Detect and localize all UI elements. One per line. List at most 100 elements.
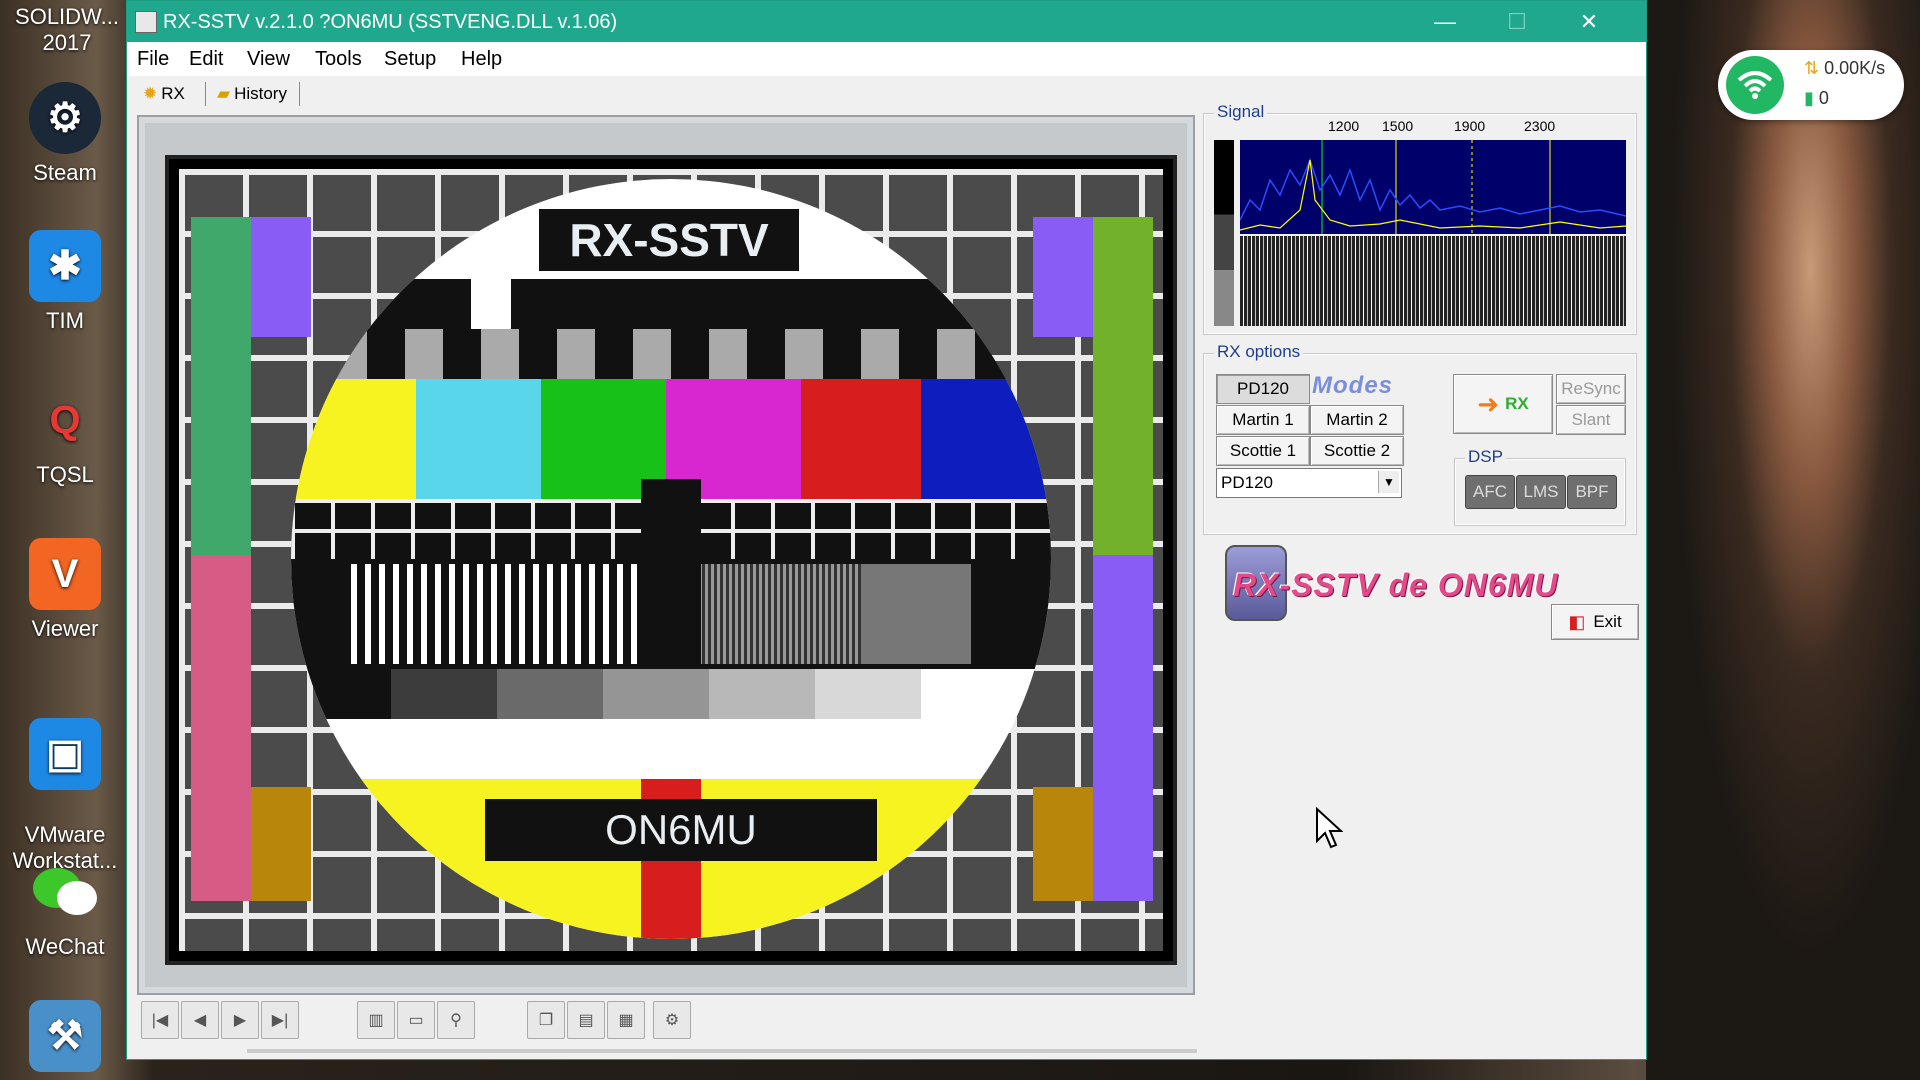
- chevron-down-icon[interactable]: ▼: [1378, 471, 1399, 493]
- first-image-button[interactable]: |◀: [141, 1001, 179, 1039]
- wechat-icon: [29, 856, 101, 928]
- tab-bar: ✹ RX ▰ History: [127, 76, 1646, 112]
- upload-speed: ⇅ 0.00K/s: [1804, 58, 1886, 78]
- mode-scottie2-button[interactable]: Scottie 2: [1310, 436, 1404, 466]
- menu-tools[interactable]: Tools: [315, 48, 362, 71]
- desktop-icon-solidworks-label[interactable]: SOLIDW... 2017: [8, 4, 126, 56]
- image-toolbar: ❐ ▤ ▦ ⚙: [527, 1001, 693, 1041]
- zoom-icon[interactable]: ⚲: [437, 1001, 475, 1039]
- bar-yellow: [291, 379, 416, 499]
- rx-options-title: RX options: [1214, 342, 1304, 362]
- modes-label: Modes: [1312, 372, 1394, 399]
- desktop-icon-wechat[interactable]: WeChat: [6, 856, 124, 960]
- tim-icon: ✱: [29, 230, 101, 302]
- rx-start-button[interactable]: ➜ RX: [1453, 374, 1553, 434]
- menu-view[interactable]: View: [247, 48, 290, 71]
- tab-history[interactable]: ▰ History: [217, 80, 287, 108]
- settings-icon[interactable]: ⚙: [653, 1001, 691, 1039]
- tab-rx[interactable]: ✹ RX: [143, 80, 185, 108]
- menu-help[interactable]: Help: [461, 48, 502, 71]
- mode-pd120-button[interactable]: PD120: [1216, 374, 1310, 404]
- sstv-image-frame: RX-SSTV ON6MU: [137, 115, 1195, 995]
- gear-icon: ✹: [143, 84, 158, 103]
- rx-button-label: RX: [1505, 394, 1529, 413]
- tqsl-icon: Q: [49, 397, 81, 442]
- dsp-group: DSP AFC LMS BPF: [1454, 447, 1626, 526]
- freq-label-1500: 1500: [1382, 118, 1414, 134]
- mode-select[interactable]: PD120 ▼: [1216, 468, 1402, 498]
- mode-scottie1-button[interactable]: Scottie 1: [1216, 436, 1310, 466]
- save-icon[interactable]: ▤: [567, 1001, 605, 1039]
- desktop-icon-label: WeChat: [25, 934, 105, 959]
- dsp-title: DSP: [1465, 447, 1506, 467]
- signal-level-meter: [1214, 140, 1234, 326]
- exit-icon: ◧: [1568, 611, 1586, 632]
- freq-label-1200: 1200: [1328, 118, 1360, 134]
- exit-button-label: Exit: [1593, 612, 1622, 631]
- resolution-gray: [861, 564, 971, 664]
- waterfall-display: [1240, 236, 1626, 326]
- bpf-button[interactable]: BPF: [1567, 475, 1617, 509]
- open-folder-icon[interactable]: ▭: [397, 1001, 435, 1039]
- rx-sstv-window: RX-SSTV v.2.1.0 ?ON6MU (SSTVENG.DLL v.1.…: [126, 0, 1647, 1060]
- resolution-lines: [351, 564, 651, 664]
- bar-blue: [921, 379, 1051, 499]
- exit-button[interactable]: ◧ Exit: [1551, 604, 1639, 640]
- image-top-label: RX-SSTV: [539, 209, 799, 271]
- title-bar[interactable]: RX-SSTV v.2.1.0 ?ON6MU (SSTVENG.DLL v.1.…: [127, 1, 1646, 42]
- mode-martin1-button[interactable]: Martin 1: [1216, 405, 1310, 435]
- gray-step-4: [709, 669, 815, 719]
- sstv-received-image: RX-SSTV ON6MU: [165, 155, 1177, 965]
- slant-button[interactable]: Slant: [1556, 405, 1626, 435]
- export-icon[interactable]: ▦: [607, 1001, 645, 1039]
- desktop-icon-viewer[interactable]: V Viewer: [6, 538, 124, 642]
- bar-cyan: [416, 379, 541, 499]
- mode-select-value: PD120: [1221, 473, 1273, 492]
- rx-arrow-icon: ➜: [1477, 388, 1500, 419]
- network-speed-widget[interactable]: ⇅ 0.00K/s ▮ 0: [1718, 50, 1904, 120]
- file-toolbar: ▥ ▭ ⚲: [357, 1001, 477, 1041]
- menu-setup[interactable]: Setup: [384, 48, 436, 71]
- gray-step-6: [921, 669, 1051, 719]
- mode-martin2-button[interactable]: Martin 2: [1310, 405, 1404, 435]
- menu-file[interactable]: File: [137, 48, 169, 71]
- desktop-icon-steam[interactable]: ⚙ Steam: [6, 82, 124, 186]
- tab-divider: [205, 82, 206, 106]
- trash-icon[interactable]: ▥: [357, 1001, 395, 1039]
- color-bar-green-left: [191, 217, 251, 555]
- logo-text: RX-SSTV de ON6MU: [1233, 567, 1559, 603]
- copy-icon[interactable]: ❐: [527, 1001, 565, 1039]
- image-bottom-label: ON6MU: [485, 799, 877, 861]
- next-image-button[interactable]: ▶: [221, 1001, 259, 1039]
- white-notch: [471, 279, 511, 329]
- steam-icon: ⚙: [29, 82, 101, 154]
- window-title: RX-SSTV v.2.1.0 ?ON6MU (SSTVENG.DLL v.1.…: [163, 11, 618, 33]
- tab-rx-label: RX: [161, 84, 185, 103]
- maximize-button[interactable]: ☐: [1481, 1, 1553, 42]
- horizontal-scrollbar[interactable]: [247, 1049, 1197, 1053]
- tab-history-label: History: [234, 84, 287, 103]
- resync-button[interactable]: ReSync: [1556, 374, 1626, 404]
- mouse-cursor: [1315, 806, 1344, 854]
- desktop-icon-tim[interactable]: ✱ TIM: [6, 230, 124, 334]
- wallpaper-right: [1646, 0, 1920, 1080]
- color-bar-pink-left: [191, 555, 251, 901]
- lms-button[interactable]: LMS: [1516, 475, 1566, 509]
- desktop-icon-label: Steam: [33, 160, 97, 185]
- minimize-button[interactable]: —: [1409, 1, 1481, 42]
- menu-edit[interactable]: Edit: [189, 48, 223, 71]
- spectrum-display: [1240, 140, 1626, 234]
- download-count: ▮ 0: [1804, 88, 1829, 108]
- previous-image-button[interactable]: ◀: [181, 1001, 219, 1039]
- afc-button[interactable]: AFC: [1465, 475, 1515, 509]
- gray-step-3: [603, 669, 709, 719]
- folder-icon: ▰: [217, 84, 231, 103]
- center-cross: [641, 479, 701, 669]
- last-image-button[interactable]: ▶|: [261, 1001, 299, 1039]
- close-button[interactable]: ✕: [1553, 1, 1625, 42]
- gray-ticks: [291, 329, 1051, 379]
- signal-group: Signal 1200 1500 1900 2300: [1203, 102, 1637, 335]
- signal-title: Signal: [1214, 102, 1268, 122]
- desktop-icon-usb[interactable]: ⚒: [6, 1000, 124, 1078]
- desktop-icon-tqsl[interactable]: Q TQSL: [6, 384, 124, 488]
